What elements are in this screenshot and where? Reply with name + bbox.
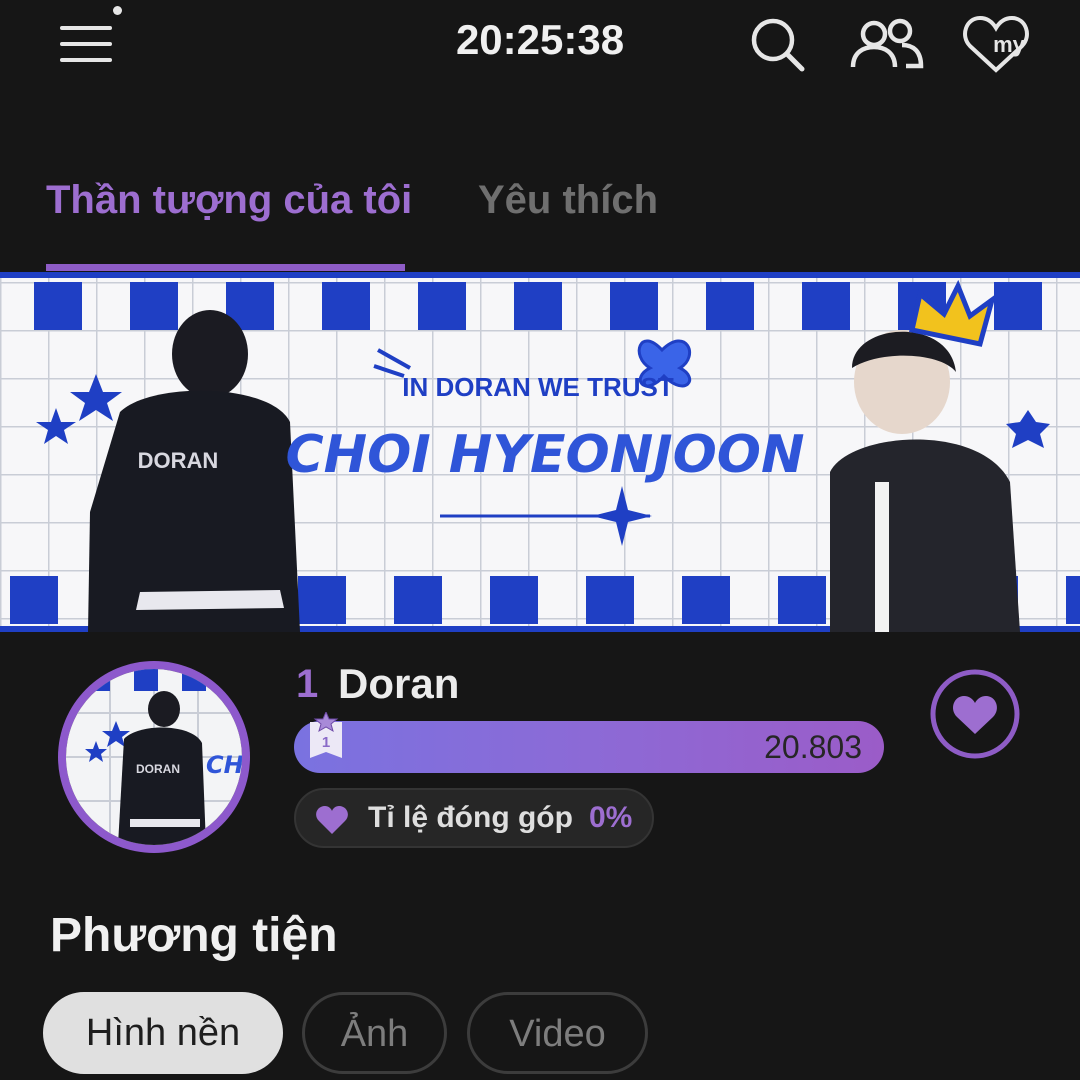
vote-heart-button[interactable]: [929, 668, 1021, 760]
friends-icon: [850, 18, 924, 69]
tab-my-idol[interactable]: Thần tượng của tôi: [46, 178, 412, 223]
active-tab-indicator: [46, 264, 405, 271]
idol-name: Doran: [338, 660, 460, 707]
rank-ribbon-icon: 1: [310, 710, 342, 758]
idol-avatar[interactable]: DORAN CH: [58, 661, 250, 853]
heart-icon: [930, 669, 1020, 759]
chip-video[interactable]: Video: [467, 992, 648, 1074]
svg-text:DORAN: DORAN: [138, 448, 219, 473]
search-icon: [751, 18, 805, 72]
menu-button[interactable]: [56, 6, 122, 66]
svg-text:1: 1: [322, 734, 330, 751]
avatar-image: DORAN CH: [66, 669, 242, 845]
menu-icon: [60, 26, 112, 30]
svg-text:DORAN: DORAN: [136, 762, 180, 776]
chip-photo[interactable]: Ảnh: [302, 992, 447, 1074]
contribution-label: Tỉ lệ đóng góp: [368, 801, 573, 834]
svg-text:IN DORAN WE TRUST: IN DORAN WE TRUST: [402, 372, 674, 402]
idol-banner[interactable]: DORAN IN DORAN WE TRUST CHOI HYEONJOON: [0, 272, 1080, 632]
banner-image: DORAN IN DORAN WE TRUST CHOI HYEONJOON: [0, 272, 1080, 632]
idol-rank: 1: [296, 662, 319, 706]
my-favorites-button[interactable]: my: [962, 14, 1030, 74]
status-clock: 20:25:38: [455, 16, 625, 63]
rank-badge: 1: [306, 710, 346, 762]
chip-wallpaper[interactable]: Hình nền: [43, 992, 283, 1074]
heart-icon: [316, 806, 348, 834]
svg-text:CH: CH: [206, 751, 242, 779]
search-button[interactable]: [748, 14, 808, 74]
contribution-value: 0%: [589, 801, 633, 834]
vote-count: 20.803: [764, 729, 862, 765]
svg-text:my: my: [993, 32, 1026, 57]
tab-favorites[interactable]: Yêu thích: [478, 178, 658, 223]
contribution-rate: Tỉ lệ đóng góp 0%: [294, 788, 654, 848]
svg-text:CHOI HYEONJOON: CHOI HYEONJOON: [285, 425, 804, 485]
my-heart-icon: my: [963, 15, 1029, 73]
media-section-title: Phương tiện: [50, 909, 338, 962]
friends-button[interactable]: [850, 14, 924, 74]
notification-dot: [113, 6, 122, 15]
vote-progress-bar: 20.803: [294, 721, 884, 773]
